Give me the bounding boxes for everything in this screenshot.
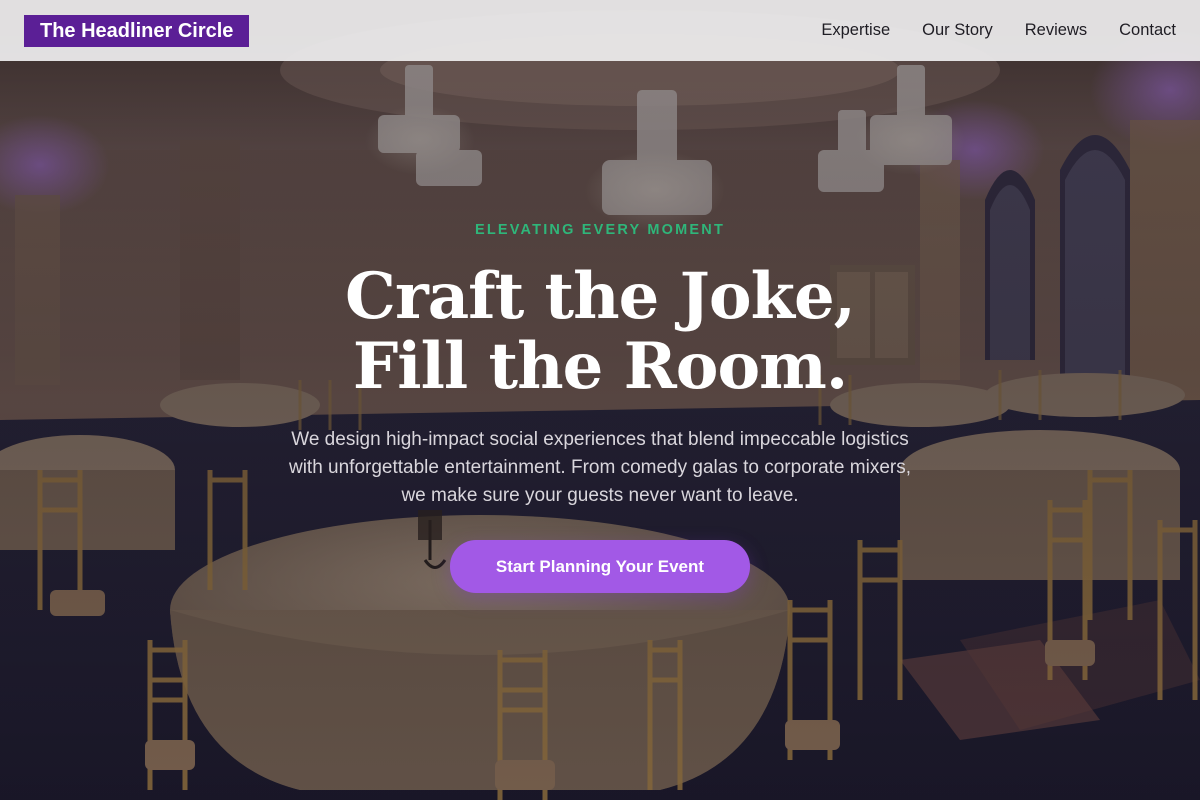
hero-headline: Craft the Joke, Fill the Room. <box>345 259 856 404</box>
nav-link-contact[interactable]: Contact <box>1119 21 1176 40</box>
hero-description: We design high-impact social experiences… <box>288 429 911 506</box>
top-navigation: The Headliner Circle Expertise Our Story… <box>0 0 1200 61</box>
hero-eyebrow: ELEVATING EVERY MOMENT <box>474 222 726 238</box>
hero-headline-line-2: Fill the Room. <box>352 329 848 404</box>
start-planning-button[interactable]: Start Planning Your Event <box>450 540 750 593</box>
hero-headline-line-1: Craft the Joke, <box>345 259 856 334</box>
brand-logo[interactable]: The Headliner Circle <box>24 14 250 47</box>
hero-section: ELEVATING EVERY MOMENT Craft the Joke, F… <box>0 222 1200 593</box>
nav-links: Expertise Our Story Reviews Contact <box>821 21 1176 40</box>
nav-link-our-story[interactable]: Our Story <box>922 21 993 40</box>
nav-link-reviews[interactable]: Reviews <box>1025 21 1087 40</box>
nav-link-expertise[interactable]: Expertise <box>821 21 890 40</box>
